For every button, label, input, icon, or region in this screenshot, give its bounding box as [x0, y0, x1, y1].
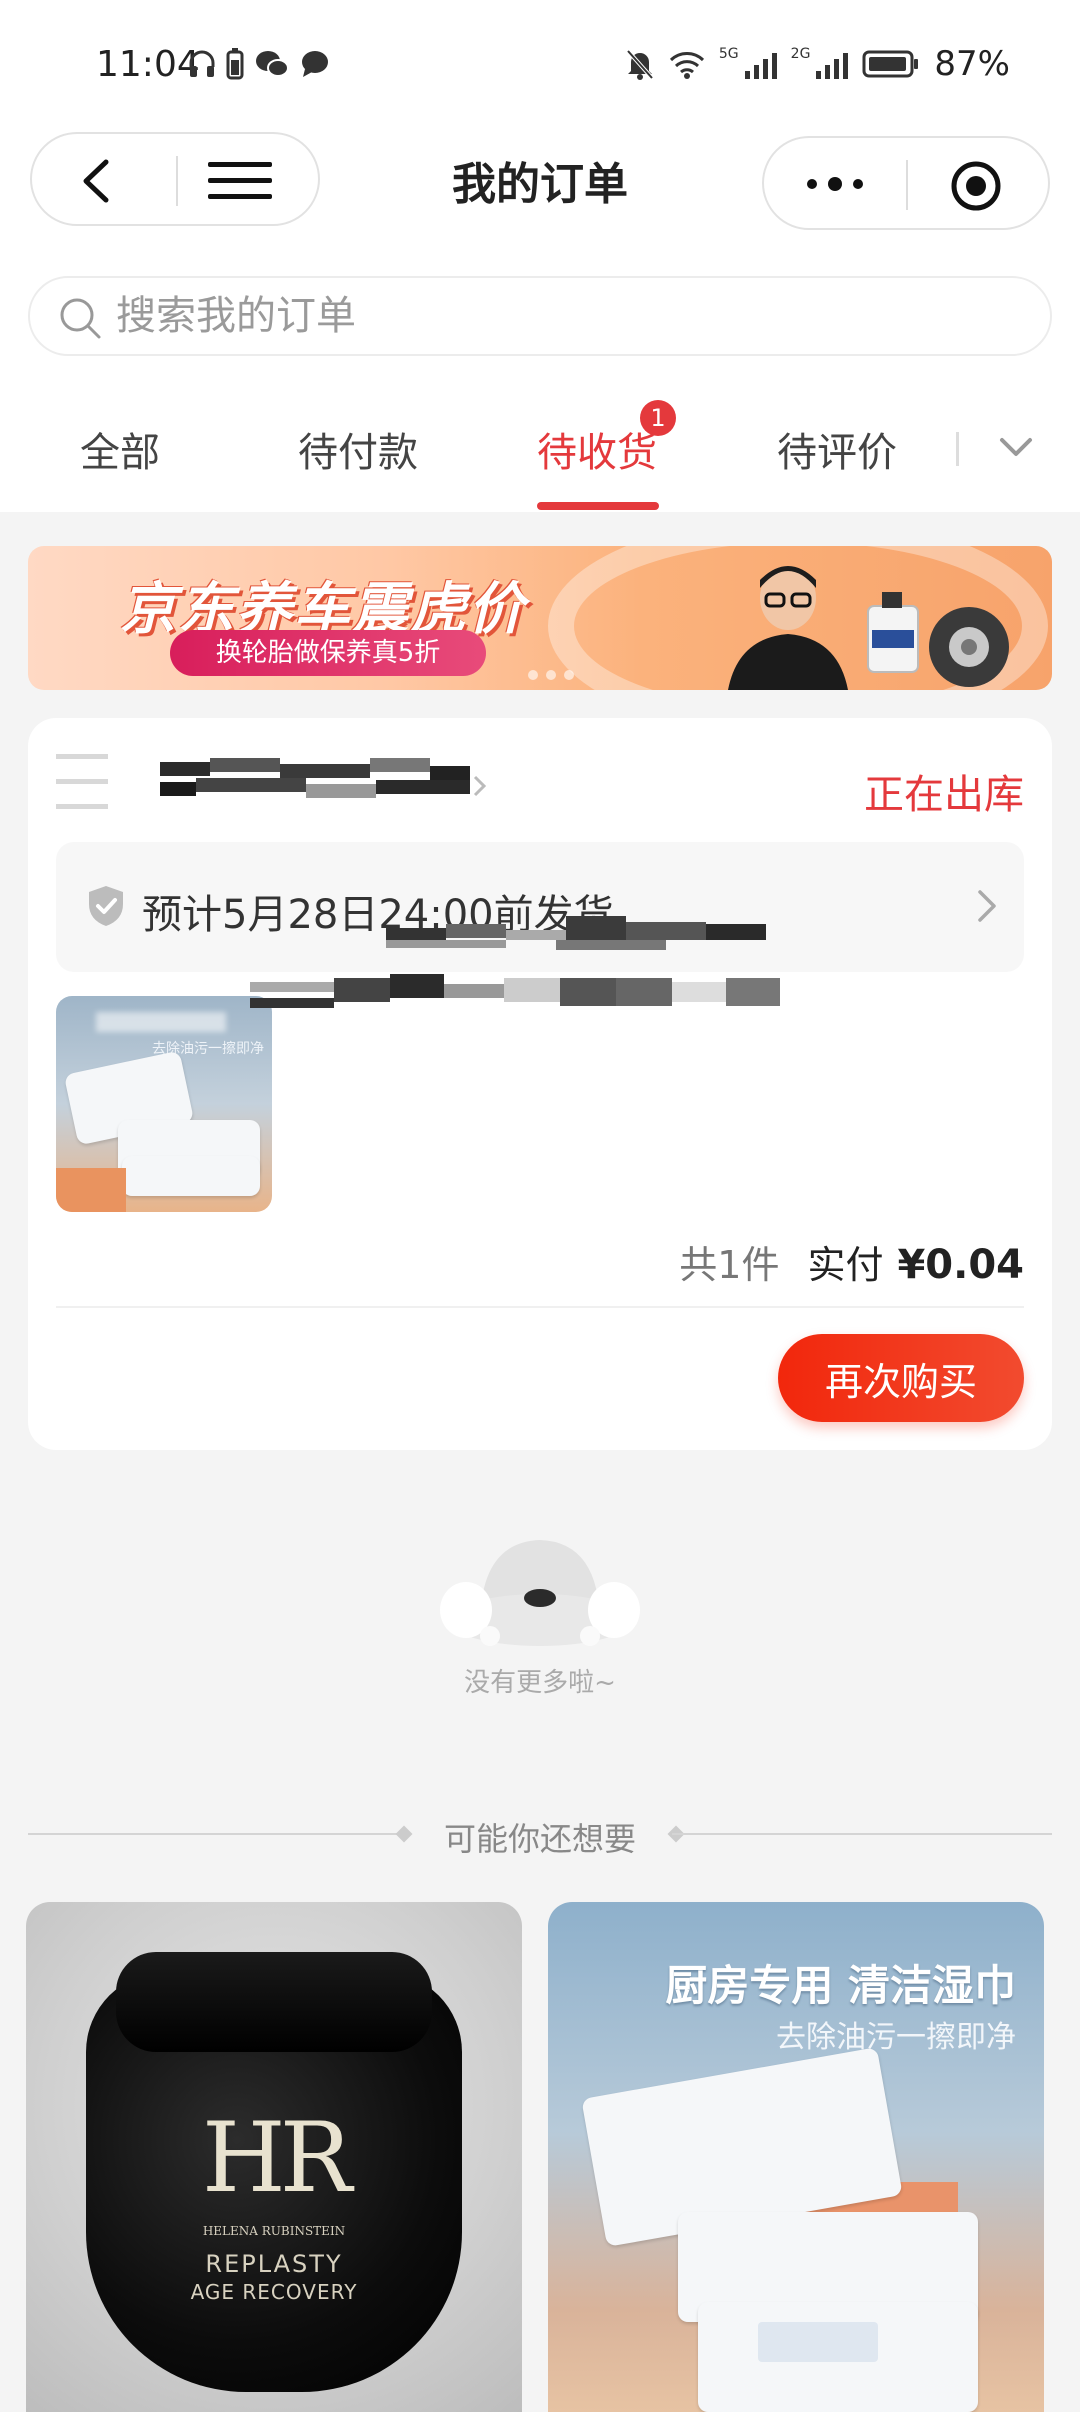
wipes-pack-image: [122, 1156, 260, 1196]
search-input[interactable]: [116, 278, 1016, 354]
shop-icon: [56, 754, 108, 814]
status-time: 11:04: [96, 44, 200, 85]
item-count: 共1件: [679, 1243, 780, 1287]
shield-icon: [89, 886, 123, 926]
more-options-icon[interactable]: [804, 174, 866, 194]
brand-maker: HELENA RUBINSTEIN: [202, 2224, 346, 2238]
divider-line: [672, 1833, 1052, 1835]
banner-subtitle: 换轮胎做保养真5折: [170, 630, 486, 676]
product-promo-title: 厨房专用 清洁湿巾: [665, 1961, 1016, 2010]
chevron-right-icon: [473, 775, 487, 797]
battery-icon: [862, 50, 919, 78]
banner-tire-image: [929, 607, 1009, 687]
pack-label: [758, 2322, 878, 2362]
order-summary: 共1件 实付 ¥0.04: [679, 1234, 1024, 1289]
shop-name-redacted[interactable]: [160, 758, 470, 804]
battery-percentage: 87%: [934, 44, 1010, 84]
order-status: 正在出库: [864, 772, 1024, 818]
product-title-redacted-1[interactable]: [386, 914, 936, 958]
brand-logo: HR: [202, 2102, 352, 2214]
recommend-product-card[interactable]: HR HELENA RUBINSTEIN REPLASTY AGE RECOVE…: [26, 1902, 522, 2412]
paid-label: 实付: [807, 1243, 884, 1287]
mini-program-capsule: [762, 136, 1050, 230]
wifi-icon: [669, 52, 704, 79]
promo-banner[interactable]: 京东养车震虎价 换轮胎做保养真5折: [28, 546, 1052, 690]
product-promo-subtitle: 去除油污一擦即净: [776, 2020, 1016, 2055]
tab-pending-payment[interactable]: 待付款: [298, 420, 418, 478]
mascot-icon: [440, 1540, 640, 1646]
jar-lid: [116, 1952, 432, 2052]
status-bar: 11:04 5G 2G 87%: [0, 0, 1080, 128]
tab-pending-receipt[interactable]: 待收货: [537, 420, 657, 478]
active-tab-indicator: [537, 502, 659, 510]
wechat-icon: [256, 51, 289, 77]
brand-subname: AGE RECOVERY: [190, 2280, 358, 2304]
chevron-down-icon[interactable]: [998, 434, 1034, 462]
paid-price: ¥0.04: [897, 1242, 1024, 1288]
signal-icon-1: [744, 49, 777, 79]
tab-separator: [956, 432, 959, 466]
search-bar[interactable]: [28, 276, 1052, 356]
no-more-text: 没有更多啦~: [464, 1668, 616, 1698]
capsule-divider: [906, 160, 908, 210]
product-title-redacted-2[interactable]: [250, 974, 1030, 1018]
phone-battery-icon: [226, 48, 244, 80]
banner-pagination: [528, 670, 574, 680]
recommend-title: 可能你还想要: [443, 1820, 636, 1858]
network-label-1: 5G: [718, 46, 739, 62]
rebuy-button[interactable]: 再次购买: [778, 1334, 1024, 1422]
tab-badge: 1: [640, 400, 676, 436]
order-card: 正在出库 预计5月28日24:00前发货 去除油污一擦即净 共1件 实付 ¥0.…: [28, 718, 1052, 1450]
signal-icon-2: [816, 49, 849, 79]
notification-icons: [188, 48, 330, 80]
network-label-2: 2G: [790, 46, 811, 62]
card-divider: [56, 1306, 1024, 1308]
tab-all[interactable]: 全部: [80, 420, 160, 478]
message-icon: [302, 51, 328, 77]
search-icon: [60, 298, 101, 339]
banner-oil-image: [867, 592, 919, 673]
recommend-product-card[interactable]: 厨房专用 清洁湿巾 去除油污一擦即净: [548, 1902, 1044, 2412]
system-icons: 5G 2G 87%: [625, 44, 1010, 84]
spokesperson-image: [728, 566, 848, 690]
product-thumbnail[interactable]: 去除油污一擦即净: [56, 996, 272, 1212]
thumb-blur: [96, 1012, 226, 1032]
mute-bell-icon: [626, 49, 654, 80]
stand-image: [56, 1168, 126, 1212]
close-target-icon[interactable]: [950, 160, 1002, 212]
headphones-icon: [189, 50, 215, 77]
brand-name: REPLASTY: [205, 2250, 343, 2278]
chevron-right-icon: [978, 890, 996, 922]
tab-pending-review[interactable]: 待评价: [777, 420, 897, 478]
